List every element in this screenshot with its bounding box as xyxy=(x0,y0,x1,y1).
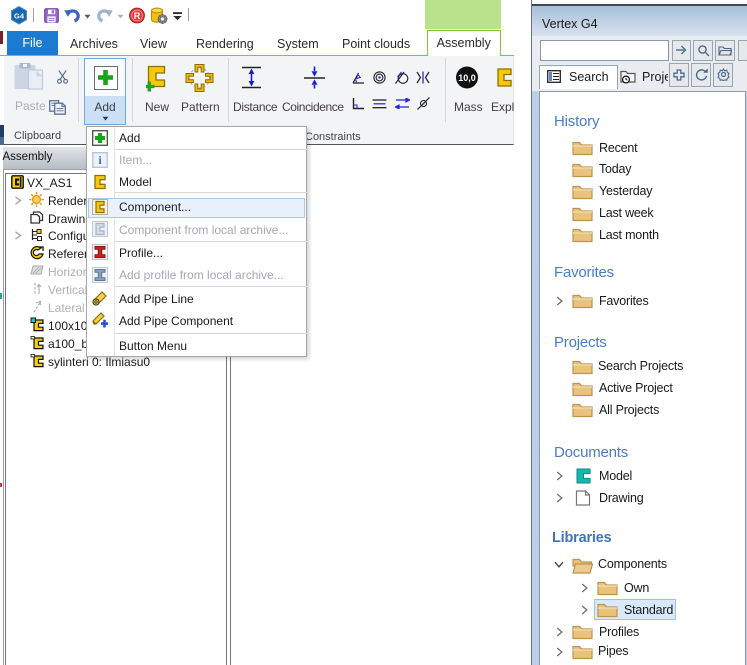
svg-text:R: R xyxy=(134,11,141,21)
svg-text:G4: G4 xyxy=(14,12,25,21)
svg-text:10,0: 10,0 xyxy=(458,73,476,83)
